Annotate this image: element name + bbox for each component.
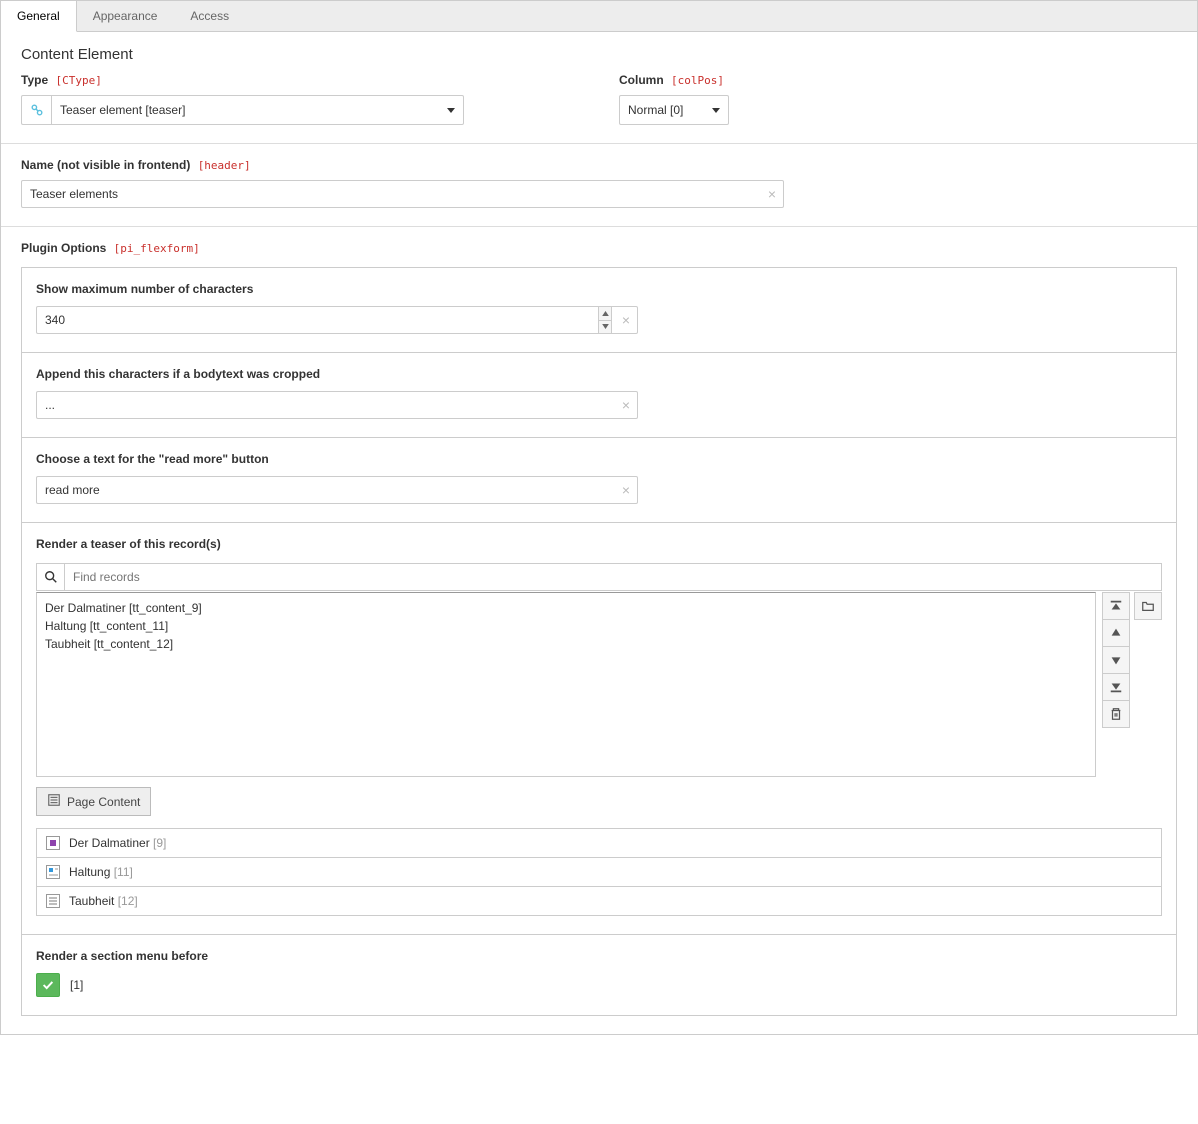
search-icon <box>37 564 65 590</box>
tab-appearance[interactable]: Appearance <box>77 1 175 31</box>
browse-folder-button[interactable] <box>1134 592 1162 620</box>
move-to-top-button[interactable] <box>1102 592 1130 620</box>
content-element-icon <box>45 835 61 851</box>
section-plugin-options: Plugin Options [pi_flexform] Show maximu… <box>1 227 1197 1034</box>
box-records: Render a teaser of this record(s) Der Da… <box>21 523 1177 935</box>
record-row[interactable]: Haltung [11] <box>36 857 1162 887</box>
box-append-chars: Append this characters if a bodytext was… <box>21 353 1177 438</box>
section-title: Content Element <box>21 46 1177 63</box>
select-type[interactable]: Teaser element [teaser] <box>51 95 464 125</box>
record-row[interactable]: Taubheit [12] <box>36 886 1162 916</box>
move-down-button[interactable] <box>1102 646 1130 674</box>
record-title: Haltung [11] <box>69 865 133 879</box>
checkbox-label: [1] <box>70 978 83 992</box>
content-element-icon <box>45 893 61 909</box>
close-icon[interactable]: × <box>622 398 630 412</box>
select-column[interactable]: Normal [0] <box>619 95 729 125</box>
input-name[interactable] <box>21 180 784 208</box>
close-icon[interactable]: × <box>622 483 630 497</box>
page-content-button[interactable]: Page Content <box>36 787 151 816</box>
label-column: Column [colPos] <box>619 73 1177 87</box>
label-append-chars: Append this characters if a bodytext was… <box>36 367 1162 381</box>
move-to-bottom-button[interactable] <box>1102 673 1130 701</box>
label-max-chars: Show maximum number of characters <box>36 282 1162 296</box>
box-read-more: Choose a text for the "read more" button… <box>21 438 1177 523</box>
box-section-menu: Render a section menu before [1] <box>21 935 1177 1016</box>
box-max-chars: Show maximum number of characters × <box>21 267 1177 353</box>
tab-general[interactable]: General <box>1 1 77 32</box>
step-up-button[interactable] <box>599 307 611 321</box>
close-icon[interactable]: × <box>768 187 776 201</box>
checkbox-section-menu[interactable] <box>36 973 60 997</box>
step-down-button[interactable] <box>599 321 611 334</box>
label-name: Name (not visible in frontend) [header] <box>21 158 1177 172</box>
delete-button[interactable] <box>1102 700 1130 728</box>
tech-header: [header] <box>198 159 251 172</box>
input-max-chars[interactable] <box>36 306 638 334</box>
list-item[interactable]: Haltung [tt_content_11] <box>45 617 1087 635</box>
tab-access[interactable]: Access <box>174 1 246 31</box>
label-type: Type [CType] <box>21 73 579 87</box>
link-icon <box>30 103 44 117</box>
content-element-icon <box>45 864 61 880</box>
label-read-more: Choose a text for the "read more" button <box>36 452 1162 466</box>
type-icon-addon <box>21 95 51 125</box>
label-plugin-options: Plugin Options [pi_flexform] <box>21 241 1177 255</box>
input-read-more[interactable] <box>36 476 638 504</box>
tech-ctype: [CType] <box>55 74 101 87</box>
tab-bar: General Appearance Access <box>1 1 1197 32</box>
record-row[interactable]: Der Dalmatiner [9] <box>36 828 1162 858</box>
move-up-button[interactable] <box>1102 619 1130 647</box>
list-item[interactable]: Der Dalmatiner [tt_content_9] <box>45 599 1087 617</box>
record-title: Der Dalmatiner [9] <box>69 836 166 850</box>
label-section-menu: Render a section menu before <box>36 949 1162 963</box>
record-list[interactable]: Der Dalmatiner [tt_content_9] Haltung [t… <box>36 592 1096 777</box>
input-append-chars[interactable] <box>36 391 638 419</box>
tech-colpos: [colPos] <box>671 74 724 87</box>
input-find-records[interactable] <box>65 564 1161 590</box>
section-content-element: Content Element Type [CType] <box>1 32 1197 144</box>
section-name: Name (not visible in frontend) [header] … <box>1 144 1197 227</box>
list-item[interactable]: Taubheit [tt_content_12] <box>45 635 1087 653</box>
tech-piflexform: [pi_flexform] <box>114 242 200 255</box>
close-icon[interactable]: × <box>622 312 630 328</box>
label-records: Render a teaser of this record(s) <box>36 537 1162 551</box>
record-title: Taubheit [12] <box>69 894 138 908</box>
page-content-icon <box>47 793 61 810</box>
